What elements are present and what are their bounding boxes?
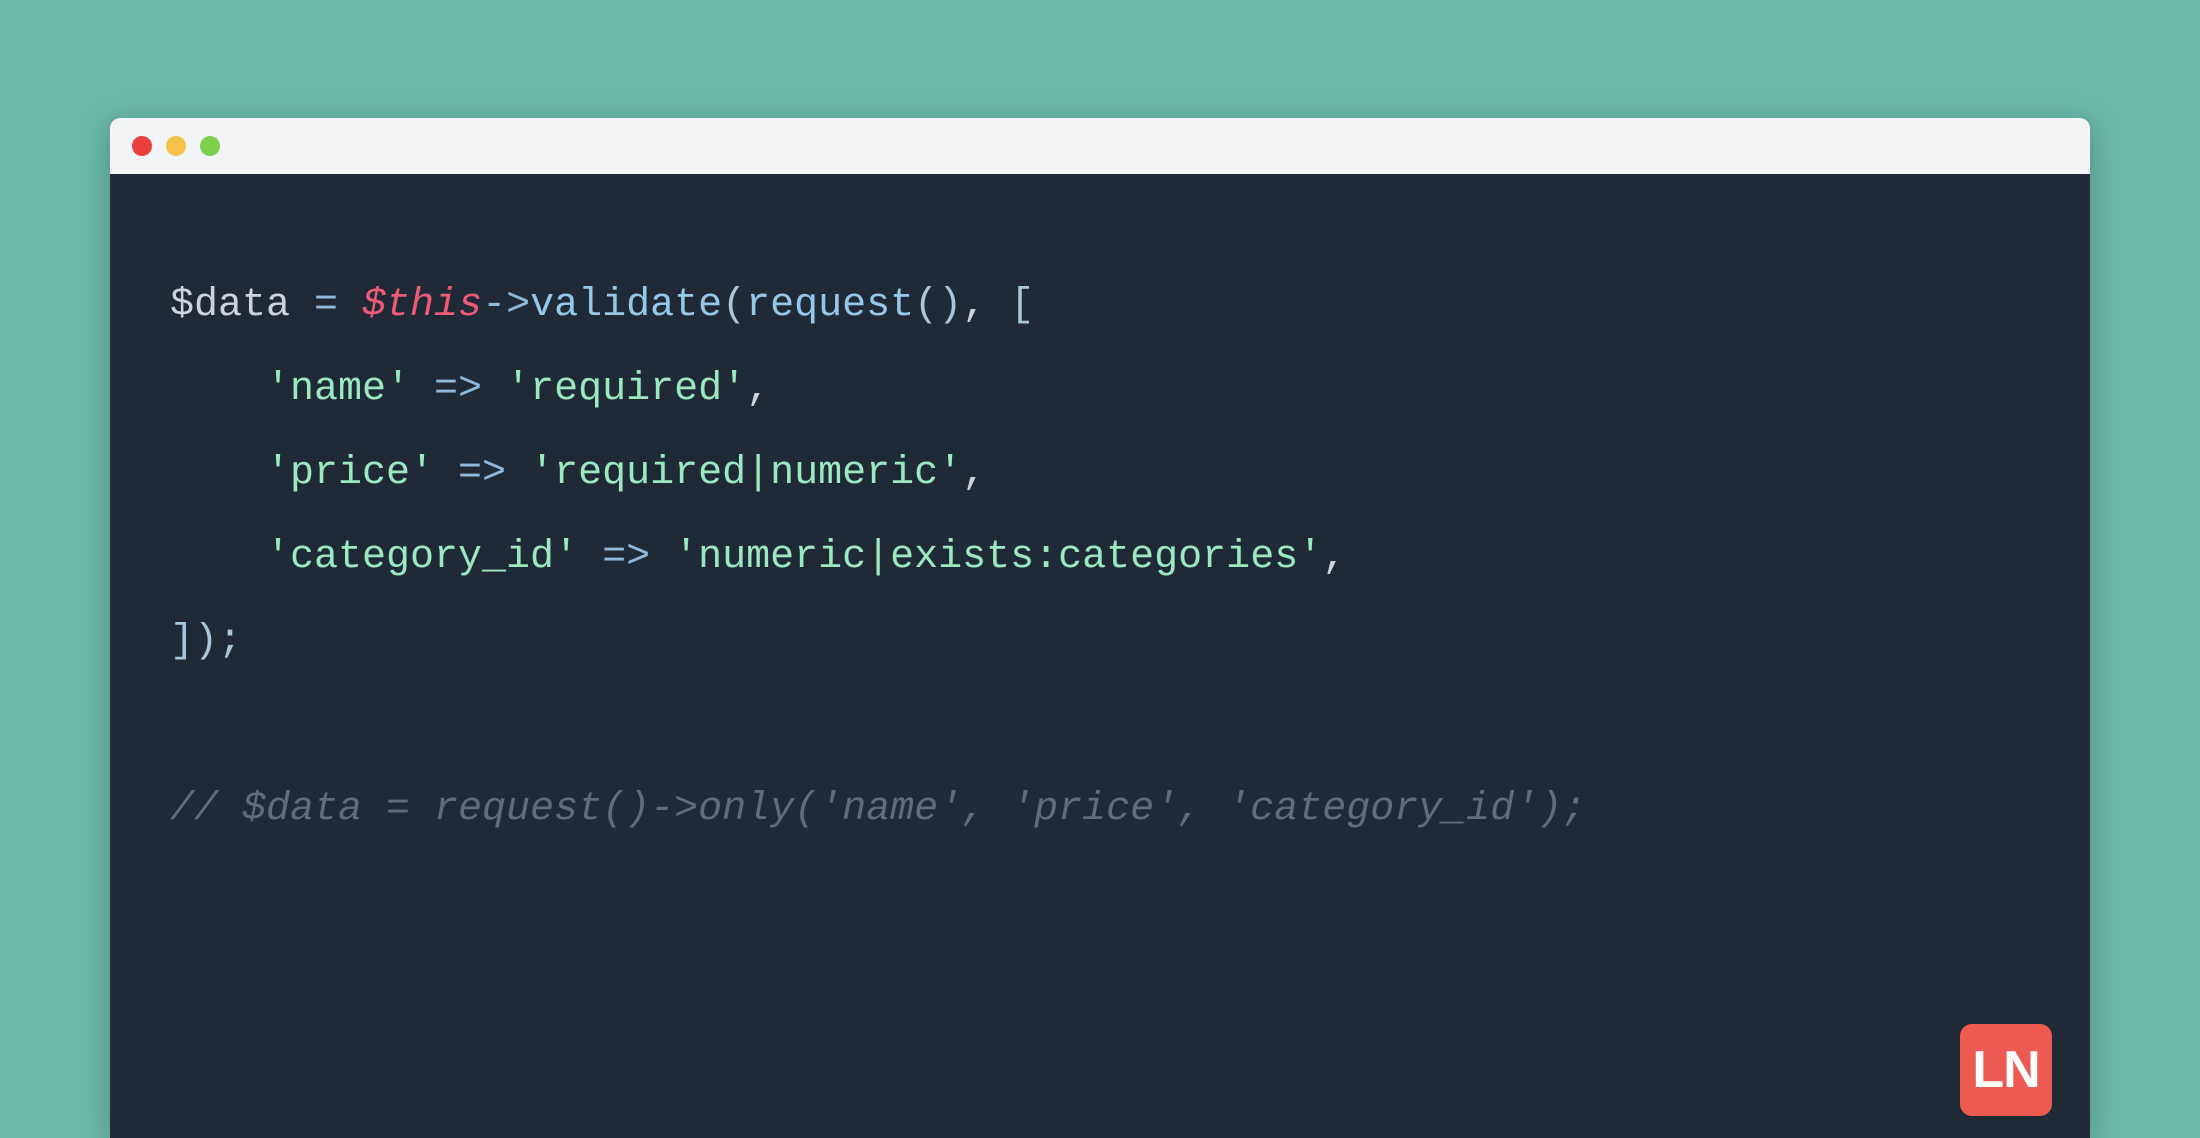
code-comment: // $data = request()->only('name', 'pric… — [170, 787, 1586, 832]
code-token: , — [962, 451, 986, 496]
code-token: , — [962, 283, 1010, 328]
code-token: 'required' — [506, 367, 746, 412]
code-token: 'name' — [266, 367, 410, 412]
code-token — [170, 451, 266, 496]
code-token: => — [410, 367, 506, 412]
code-token: $data — [170, 283, 290, 328]
code-token: , — [1322, 535, 1346, 580]
window-titlebar — [110, 118, 2090, 174]
code-token: -> — [482, 283, 530, 328]
code-token — [170, 367, 266, 412]
minimize-icon[interactable] — [166, 136, 186, 156]
code-area: $data = $this->validate(request(), [ 'na… — [110, 174, 2090, 852]
code-token: $this — [362, 283, 482, 328]
code-token: 'category_id' — [266, 535, 578, 580]
code-token: => — [434, 451, 530, 496]
maximize-icon[interactable] — [200, 136, 220, 156]
code-token: => — [578, 535, 674, 580]
code-token: 'required|numeric' — [530, 451, 962, 496]
code-token: = — [290, 283, 362, 328]
code-token: 'price' — [266, 451, 434, 496]
code-token: 'numeric|exists:categories' — [674, 535, 1322, 580]
code-token — [170, 535, 266, 580]
code-window: $data = $this->validate(request(), [ 'na… — [110, 118, 2090, 1138]
brand-logo-text: LN — [1972, 1040, 2039, 1100]
code-token: , — [746, 367, 770, 412]
code-token: request — [746, 283, 914, 328]
code-token: validate — [530, 283, 722, 328]
close-icon[interactable] — [132, 136, 152, 156]
code-token: ]); — [170, 619, 242, 664]
code-token: ( — [722, 283, 746, 328]
code-token: [ — [1010, 283, 1034, 328]
brand-logo: LN — [1960, 1024, 2052, 1116]
code-token: () — [914, 283, 962, 328]
